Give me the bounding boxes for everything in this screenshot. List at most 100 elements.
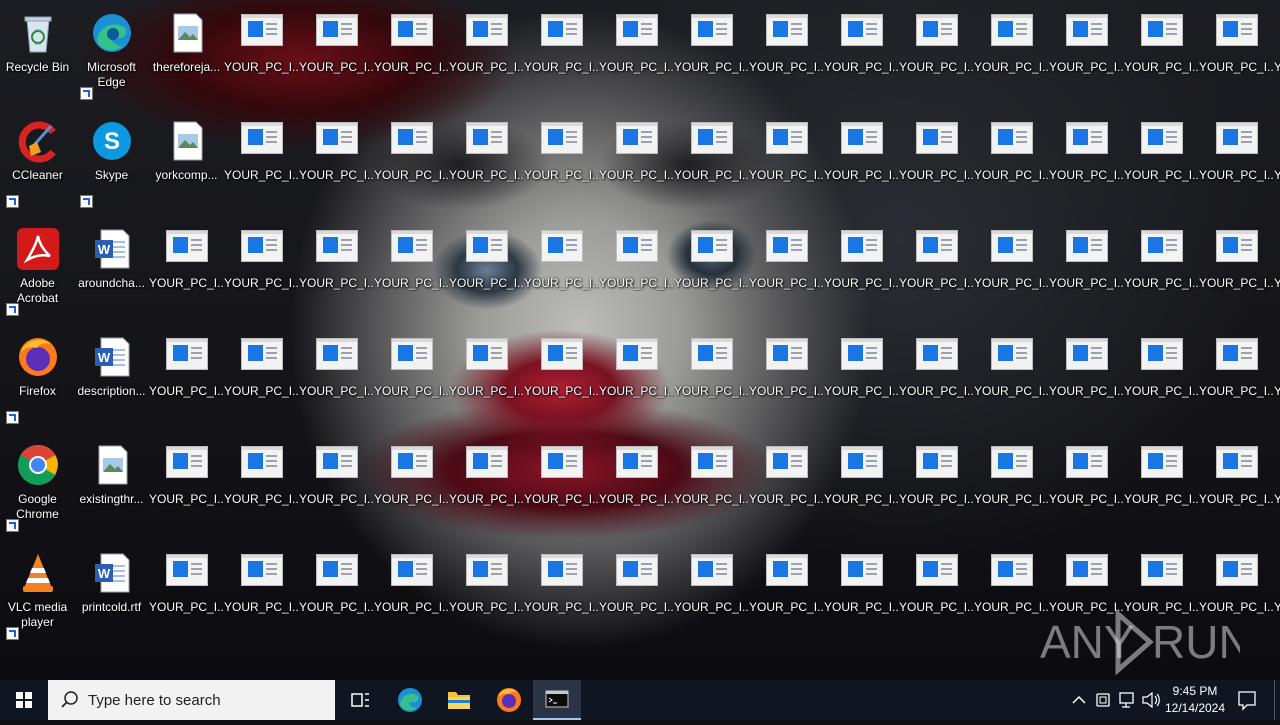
desktop-icon-your-pc-file[interactable]: YOUR_PC_I... [224, 4, 299, 100]
task-view-button[interactable] [336, 680, 384, 720]
desktop-icon-your-pc-file[interactable]: YOUR_PC_I... [1124, 112, 1199, 208]
desktop-icon-your-pc-file[interactable]: YOUR_PC_I... [374, 436, 449, 532]
desktop-icon-your-pc-file[interactable]: YOUR_PC_I... [749, 328, 824, 424]
desktop-icon-your-pc-file[interactable]: YOUR_PC_I... [899, 436, 974, 532]
desktop-icon-image-file[interactable]: thereforejа... [149, 4, 224, 100]
desktop-icon-your-pc-file[interactable]: YOUR_PC_I... [824, 328, 899, 424]
desktop-icon-your-pc-file[interactable]: YOUR_PC_I... [299, 112, 374, 208]
desktop-icon-your-pc-file[interactable]: YOUR_PC_I... [524, 4, 599, 100]
taskbar-firefox-button[interactable] [485, 680, 533, 720]
desktop-icon-your-pc-file[interactable]: YOUR_PC_I... [974, 112, 1049, 208]
desktop-icon-your-pc-file[interactable]: YOUR_PC_I... [674, 436, 749, 532]
desktop-icon-your-pc-file[interactable]: YOUR_PC_I... [449, 220, 524, 316]
desktop-icon-your-pc-file[interactable]: YOUR_PC_I... [1124, 220, 1199, 316]
desktop-icon-your-pc-file[interactable]: YOUR_PC_I... [899, 112, 974, 208]
desktop-icon-your-pc-file[interactable]: YOUR_PC_I... [524, 328, 599, 424]
desktop-icon-your-pc-file[interactable]: YOUR_PC_I... [674, 4, 749, 100]
start-button[interactable] [0, 680, 48, 720]
desktop-icon-your-pc-file[interactable]: YOUR_PC_I... [599, 436, 674, 532]
desktop-icon-your-pc-file[interactable]: YOUR_PC_I... [1049, 4, 1124, 100]
desktop-icon-your-pc-file[interactable]: YOUR_PC_I... [374, 112, 449, 208]
desktop-icon-your-pc-file[interactable]: YOUR_PC_I... [149, 220, 224, 316]
desktop-icon-your-pc-file[interactable]: YOUR_PC_I... [674, 220, 749, 316]
desktop-icon-your-pc-file[interactable]: YOUR_PC_I... [1199, 220, 1274, 316]
desktop-icon-your-pc-file[interactable]: YOUR_PC_I... [599, 544, 674, 640]
desktop-icon-word-doc[interactable]: W description... [74, 328, 149, 424]
desktop-icon-your-pc-file[interactable]: YOUR_PC_I... [749, 220, 824, 316]
action-center-button[interactable] [1234, 680, 1260, 720]
desktop-icon-your-pc-file[interactable]: YOUR_PC_I... [1274, 4, 1280, 100]
desktop-icon-your-pc-file[interactable]: YOUR_PC_I... [824, 544, 899, 640]
desktop-icon-your-pc-file[interactable]: YOUR_PC_I... [599, 328, 674, 424]
desktop-icon-your-pc-file[interactable]: YOUR_PC_I... [674, 112, 749, 208]
desktop-icon-your-pc-file[interactable]: YOUR_PC_I... [149, 436, 224, 532]
desktop-icon-your-pc-file[interactable]: YOUR_PC_I... [224, 220, 299, 316]
desktop-icon-your-pc-file[interactable]: YOUR_PC_I... [1049, 112, 1124, 208]
desktop-icon-your-pc-file[interactable]: YOUR_PC_I... [1049, 328, 1124, 424]
desktop-icon-your-pc-file[interactable]: YOUR_PC_I... [449, 4, 524, 100]
desktop-icon-your-pc-file[interactable]: YOUR_PC_I... [899, 220, 974, 316]
desktop-icon-your-pc-file[interactable]: YOUR_PC_I... [224, 112, 299, 208]
desktop-icon-recycle-bin[interactable]: Recycle Bin [0, 4, 75, 100]
tray-volume-button[interactable] [1140, 680, 1162, 720]
desktop-icon-your-pc-file[interactable]: YOUR_PC_I... [524, 436, 599, 532]
show-hidden-icons-button[interactable] [1068, 680, 1090, 720]
desktop-icon-your-pc-file[interactable]: YOUR_PC_I... [224, 436, 299, 532]
desktop-icon-your-pc-file[interactable]: YOUR_PC_I... [974, 220, 1049, 316]
desktop-icon-vlc[interactable]: VLC media player [0, 544, 75, 640]
desktop-icon-your-pc-file[interactable]: YOUR_PC_I... [374, 544, 449, 640]
desktop-icon-your-pc-file[interactable]: YOUR_PC_I... [1124, 436, 1199, 532]
desktop-icon-your-pc-file[interactable]: YOUR_PC_I... [749, 112, 824, 208]
desktop-icon-your-pc-file[interactable]: YOUR_PC_I... [1124, 4, 1199, 100]
taskbar-clock[interactable]: 9:45 PM 12/14/2024 [1160, 683, 1230, 717]
desktop-icon-your-pc-file[interactable]: YOUR_PC_I... [749, 436, 824, 532]
desktop-icon-ccleaner[interactable]: CCleaner [0, 112, 75, 208]
desktop-icon-your-pc-file[interactable]: YOUR_PC_I... [974, 328, 1049, 424]
desktop-icon-your-pc-file[interactable]: YOUR_PC_I... [299, 544, 374, 640]
desktop-icon-image-file[interactable]: yorkcomp... [149, 112, 224, 208]
desktop-icon-your-pc-file[interactable]: YOUR_PC_I... [1199, 436, 1274, 532]
desktop-icon-your-pc-file[interactable]: YOUR_PC_I... [524, 544, 599, 640]
desktop-icon-your-pc-file[interactable]: YOUR_PC_I... [674, 544, 749, 640]
desktop-icon-your-pc-file[interactable]: YOUR_PC_I... [1274, 328, 1280, 424]
desktop-icon-your-pc-file[interactable]: YOUR_PC_I... [674, 328, 749, 424]
taskbar-file-explorer-button[interactable] [435, 680, 483, 720]
desktop-icon-your-pc-file[interactable]: YOUR_PC_I... [374, 4, 449, 100]
desktop-icon-your-pc-file[interactable]: YOUR_PC_I... [1199, 112, 1274, 208]
desktop-icon-your-pc-file[interactable]: YOUR_PC_I... [974, 544, 1049, 640]
desktop-icon-word-doc[interactable]: W printcold.rtf [74, 544, 149, 640]
desktop-icon-your-pc-file[interactable]: YOUR_PC_I... [824, 112, 899, 208]
taskbar-cmd-button[interactable] [533, 680, 581, 720]
desktop-icon-your-pc-file[interactable]: YOUR_PC_I... [299, 328, 374, 424]
desktop-icon-your-pc-file[interactable]: YOUR_PC_I... [1274, 544, 1280, 640]
desktop-icon-your-pc-file[interactable]: YOUR_PC_I... [1049, 220, 1124, 316]
desktop-icon-your-pc-file[interactable]: YOUR_PC_I... [1124, 328, 1199, 424]
desktop-icon-word-doc[interactable]: W aroundcha... [74, 220, 149, 316]
desktop-icon-your-pc-file[interactable]: YOUR_PC_I... [1274, 220, 1280, 316]
desktop-icon-your-pc-file[interactable]: YOUR_PC_I... [824, 4, 899, 100]
desktop-icon-your-pc-file[interactable]: YOUR_PC_I... [974, 4, 1049, 100]
desktop-icon-your-pc-file[interactable]: YOUR_PC_I... [749, 544, 824, 640]
desktop-icon-your-pc-file[interactable]: YOUR_PC_I... [449, 328, 524, 424]
desktop-icon-image-file[interactable]: existingthr... [74, 436, 149, 532]
desktop-icon-your-pc-file[interactable]: YOUR_PC_I... [224, 544, 299, 640]
desktop-icon-your-pc-file[interactable]: YOUR_PC_I... [749, 4, 824, 100]
desktop-icon-your-pc-file[interactable]: YOUR_PC_I... [1199, 4, 1274, 100]
desktop-icon-your-pc-file[interactable]: YOUR_PC_I... [599, 220, 674, 316]
desktop-icon-your-pc-file[interactable]: YOUR_PC_I... [824, 220, 899, 316]
desktop-icon-your-pc-file[interactable]: YOUR_PC_I... [299, 436, 374, 532]
desktop-icon-your-pc-file[interactable]: YOUR_PC_I... [899, 4, 974, 100]
desktop-icon-your-pc-file[interactable]: YOUR_PC_I... [299, 220, 374, 316]
desktop-icon-your-pc-file[interactable]: YOUR_PC_I... [374, 328, 449, 424]
desktop-icon-skype[interactable]: S Skype [74, 112, 149, 208]
desktop-icon-your-pc-file[interactable]: YOUR_PC_I... [899, 544, 974, 640]
desktop-icon-your-pc-file[interactable]: YOUR_PC_I... [149, 328, 224, 424]
desktop-icon-your-pc-file[interactable]: YOUR_PC_I... [449, 112, 524, 208]
desktop-icon-microsoft-edge[interactable]: Microsoft Edge [74, 4, 149, 100]
desktop-icon-your-pc-file[interactable]: YOUR_PC_I... [374, 220, 449, 316]
desktop-icon-your-pc-file[interactable]: YOUR_PC_I... [449, 436, 524, 532]
desktop-icon-your-pc-file[interactable]: YOUR_PC_I... [524, 220, 599, 316]
taskbar-edge-button[interactable] [386, 680, 434, 720]
desktop-icon-your-pc-file[interactable]: YOUR_PC_I... [149, 544, 224, 640]
desktop-icon-your-pc-file[interactable]: YOUR_PC_I... [1049, 436, 1124, 532]
